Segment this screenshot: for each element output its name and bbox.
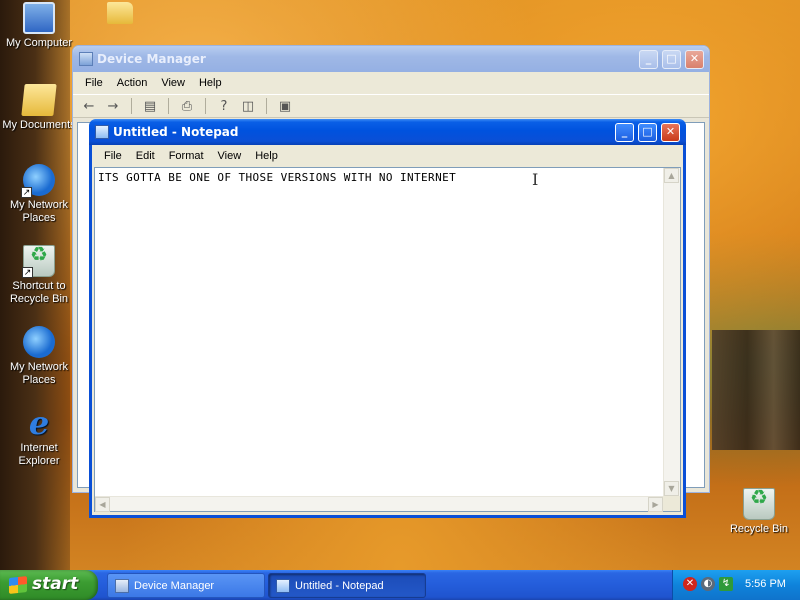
menu-view[interactable]: View bbox=[211, 150, 249, 162]
recycle-bin-icon bbox=[743, 488, 775, 520]
scroll-right-icon[interactable]: ▶ bbox=[648, 497, 663, 512]
safely-remove-hardware-icon[interactable]: ↯ bbox=[719, 577, 733, 591]
recycle-bin-icon: ↗ bbox=[22, 245, 55, 278]
menu-view[interactable]: View bbox=[154, 77, 192, 89]
vertical-scrollbar[interactable]: ▲ ▼ bbox=[663, 168, 680, 496]
network-icon[interactable]: ◐ bbox=[701, 577, 715, 591]
notepad-content: ITS GOTTA BE ONE OF THOSE VERSIONS WITH … bbox=[98, 171, 457, 184]
taskbar-button-label: Device Manager bbox=[134, 580, 215, 592]
desktop-icon-label: Recycle Bin bbox=[729, 523, 789, 535]
close-button[interactable]: ✕ bbox=[661, 123, 680, 142]
windows-flag-icon bbox=[9, 576, 27, 594]
menu-action[interactable]: Action bbox=[110, 77, 155, 89]
taskbar: start Device Manager Untitled - Notepad … bbox=[0, 570, 800, 600]
notepad-app-icon bbox=[276, 579, 290, 593]
computer-icon bbox=[23, 2, 55, 34]
toolbar-separator bbox=[131, 98, 132, 114]
window-title: Untitled - Notepad bbox=[113, 125, 239, 139]
system-tray: ✕ ◐ ↯ 5:56 PM bbox=[672, 570, 800, 600]
desktop-icon-internet-explorer[interactable]: e Internet Explorer bbox=[0, 407, 78, 468]
desktop-icon-my-computer[interactable]: My Computer bbox=[0, 2, 78, 50]
desktop-icon-network-places-2[interactable]: My Network Places bbox=[0, 326, 78, 387]
menu-file[interactable]: File bbox=[97, 150, 129, 162]
maximize-button[interactable]: □ bbox=[662, 50, 681, 69]
desktop-icon-label: Internet Explorer bbox=[18, 442, 60, 467]
desktop-icon-folder[interactable] bbox=[82, 2, 158, 27]
menu-format[interactable]: Format bbox=[162, 150, 211, 162]
network-places-icon: ↗ bbox=[21, 164, 55, 198]
start-label: start bbox=[32, 574, 79, 594]
taskbar-button-notepad[interactable]: Untitled - Notepad bbox=[268, 573, 426, 598]
toolbar-separator bbox=[266, 98, 267, 114]
taskbar-button-device-manager[interactable]: Device Manager bbox=[107, 573, 265, 598]
shortcut-arrow-icon: ↗ bbox=[22, 267, 33, 278]
window-title: Device Manager bbox=[97, 52, 206, 66]
desktop-icon-network-places[interactable]: ↗ My Network Places bbox=[0, 164, 78, 225]
menu-help[interactable]: Help bbox=[192, 77, 229, 89]
desktop-icon-label: My Documents bbox=[2, 119, 76, 131]
minimize-button[interactable]: _ bbox=[639, 50, 658, 69]
internet-explorer-icon: e bbox=[28, 404, 50, 442]
security-alert-icon[interactable]: ✕ bbox=[683, 577, 697, 591]
scroll-up-icon[interactable]: ▲ bbox=[664, 168, 679, 183]
view-icon[interactable]: ◫ bbox=[238, 97, 258, 115]
scroll-down-icon[interactable]: ▼ bbox=[664, 481, 679, 496]
device-manager-menubar: File Action View Help bbox=[73, 72, 709, 94]
help-icon[interactable]: ? bbox=[214, 97, 234, 115]
scroll-left-icon[interactable]: ◀ bbox=[95, 497, 110, 512]
back-icon[interactable]: ← bbox=[79, 97, 99, 115]
menu-edit[interactable]: Edit bbox=[129, 150, 162, 162]
device-manager-app-icon bbox=[79, 52, 93, 66]
desktop-icon-recycle-bin[interactable]: Recycle Bin bbox=[720, 488, 798, 536]
notepad-text-area[interactable]: ITS GOTTA BE ONE OF THOSE VERSIONS WITH … bbox=[94, 167, 681, 512]
scrollbar-corner bbox=[663, 496, 680, 511]
wallpaper-fence bbox=[712, 330, 800, 450]
device-manager-titlebar[interactable]: Device Manager _ □ ✕ bbox=[73, 46, 709, 72]
horizontal-scrollbar[interactable]: ◀ ▶ bbox=[95, 496, 663, 512]
desktop-icon-label: My Network Places bbox=[9, 199, 69, 224]
folder-icon bbox=[107, 2, 133, 24]
documents-folder-icon bbox=[21, 84, 57, 116]
notepad-window[interactable]: Untitled - Notepad _ □ ✕ File Edit Forma… bbox=[89, 119, 686, 518]
device-manager-toolbar: ← → ▤ ⎙ ? ◫ ▣ bbox=[73, 94, 709, 118]
network-places-icon bbox=[23, 326, 55, 358]
scan-hardware-icon[interactable]: ▣ bbox=[275, 97, 295, 115]
desktop-icon-my-documents[interactable]: My Documents bbox=[0, 84, 78, 132]
menu-help[interactable]: Help bbox=[248, 150, 285, 162]
minimize-button[interactable]: _ bbox=[615, 123, 634, 142]
desktop-icon-label: Shortcut to Recycle Bin bbox=[9, 280, 69, 305]
toolbar-separator bbox=[205, 98, 206, 114]
desktop-icon-shortcut-recycle-bin[interactable]: ↗ Shortcut to Recycle Bin bbox=[0, 245, 78, 306]
print-icon[interactable]: ⎙ bbox=[177, 97, 197, 115]
taskbar-button-label: Untitled - Notepad bbox=[295, 580, 384, 592]
maximize-button[interactable]: □ bbox=[638, 123, 657, 142]
properties-icon[interactable]: ▤ bbox=[140, 97, 160, 115]
start-button[interactable]: start bbox=[0, 570, 98, 600]
toolbar-separator bbox=[168, 98, 169, 114]
clock[interactable]: 5:56 PM bbox=[745, 578, 786, 590]
notepad-menubar: File Edit Format View Help bbox=[92, 145, 683, 167]
notepad-app-icon bbox=[95, 125, 109, 139]
close-button[interactable]: ✕ bbox=[685, 50, 704, 69]
desktop-icon-label: My Computer bbox=[5, 37, 73, 49]
menu-file[interactable]: File bbox=[78, 77, 110, 89]
text-cursor-icon: I bbox=[532, 170, 539, 189]
shortcut-arrow-icon: ↗ bbox=[21, 187, 32, 198]
device-manager-app-icon bbox=[115, 579, 129, 593]
forward-icon[interactable]: → bbox=[103, 97, 123, 115]
notepad-titlebar[interactable]: Untitled - Notepad _ □ ✕ bbox=[89, 119, 686, 145]
desktop-icon-label: My Network Places bbox=[9, 361, 69, 386]
